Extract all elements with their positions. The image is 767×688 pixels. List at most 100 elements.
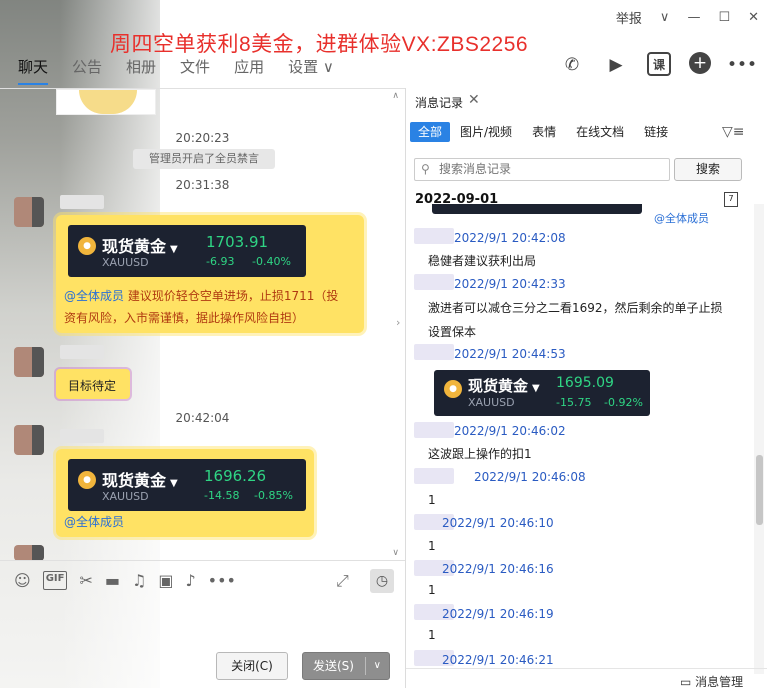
history-sender (414, 344, 454, 360)
minimize-icon[interactable]: — (687, 10, 700, 25)
history-sender (414, 274, 454, 290)
folder-icon[interactable]: ▬ (105, 571, 120, 590)
filter-media[interactable]: 图片/视频 (450, 122, 522, 142)
tab-files[interactable]: 文件 (180, 56, 210, 85)
history-filters: 全部 图片/视频 表情 在线文档 链接 (410, 122, 678, 142)
tab-settings[interactable]: 设置 ∨ (288, 56, 334, 85)
quote-symbol: XAUUSD (102, 490, 149, 503)
send-button[interactable]: 发送(S) ∨ (302, 652, 390, 680)
image-icon[interactable]: ▣ (158, 571, 173, 590)
message-bubble[interactable]: 目标待定 (56, 369, 130, 399)
history-list[interactable]: @全体成员 2022/9/1 20:42:08 稳健者建议获利出局 2022/9… (406, 204, 756, 674)
history-timestamp: 2022/9/1 20:46:19 (442, 607, 554, 621)
history-search-input[interactable] (439, 162, 663, 176)
quote-title: 现货黄金 ▼ (468, 377, 540, 395)
chevron-down-icon[interactable]: ∨ (660, 10, 670, 25)
quote-change: -6.93 (206, 255, 235, 268)
bell-icon[interactable]: ♪ (185, 571, 195, 590)
expand-icon[interactable]: ⤢ (336, 571, 349, 591)
chat-toolbar: ✆ ▶ 课 + ••• (559, 52, 757, 78)
chat-message-area[interactable]: ∧ 20:20:23 管理员开启了全员禁言 20:31:38 ● 现货黄金 ▼ X… (0, 88, 405, 561)
gold-coin-icon: ● (78, 471, 96, 489)
close-button[interactable]: 关闭(C) (216, 652, 288, 680)
scroll-down-icon[interactable]: ∨ (392, 548, 399, 558)
emoji-icon[interactable]: ☺ (14, 571, 31, 590)
message-manage-link[interactable]: ▭ 消息管理 (680, 673, 743, 688)
quote-change-pct: -0.85% (254, 489, 293, 502)
history-sender (414, 422, 454, 438)
history-header: 消息记录 ✕ (406, 88, 767, 114)
history-timestamp: 2022/9/1 20:42:08 (454, 231, 566, 245)
gold-quote-card[interactable]: ● 现货黄金 ▼ XAUUSD 1695.09 -15.75 -0.92% (434, 370, 650, 416)
quote-price: 1703.91 (206, 233, 269, 251)
history-search-button[interactable]: 搜索 (674, 158, 742, 181)
filter-docs[interactable]: 在线文档 (566, 122, 634, 142)
class-icon[interactable]: 课 (647, 52, 671, 76)
close-history-icon[interactable]: ✕ (468, 92, 480, 108)
mention-all[interactable]: @全体成员 (64, 289, 124, 303)
gold-quote-card[interactable]: ● 现货黄金 ▼ XAUUSD 1696.26 -14.58 -0.85% (68, 459, 306, 511)
history-search-box[interactable]: ⚲ (414, 158, 670, 181)
scissors-icon[interactable]: ✂ (79, 571, 92, 590)
tab-chat[interactable]: 聊天 (18, 56, 49, 85)
gold-coin-icon: ● (78, 237, 96, 255)
avatar[interactable] (14, 425, 44, 455)
message-bubble[interactable]: ● 现货黄金 ▼ XAUUSD 1703.91 -6.93 -0.40% @全体成… (56, 215, 364, 333)
history-scrollbar[interactable] (754, 204, 764, 674)
quote-change-pct: -0.92% (604, 396, 643, 409)
more-tools-icon[interactable]: ••• (208, 571, 236, 590)
tab-announcement[interactable]: 公告 (72, 56, 102, 85)
filter-links[interactable]: 链接 (634, 122, 678, 142)
avatar[interactable] (14, 197, 44, 227)
phone-icon[interactable]: ✆ (559, 52, 585, 78)
history-text: 1 (428, 493, 436, 507)
history-sender (414, 228, 454, 244)
avatar[interactable] (14, 347, 44, 377)
mention-all: @全体成员 (654, 212, 709, 225)
sender-name (60, 195, 104, 209)
history-timestamp: 2022/9/1 20:46:21 (442, 653, 554, 667)
window-controls: 举报 ∨ — ☐ ✕ (616, 8, 759, 27)
quote-symbol: XAUUSD (468, 396, 515, 409)
video-icon[interactable]: ▶ (603, 52, 629, 78)
gold-coin-icon: ● (444, 380, 462, 398)
gold-quote-card[interactable]: ● 现货黄金 ▼ XAUUSD 1703.91 -6.93 -0.40% (68, 225, 306, 277)
history-timestamp: 2022/9/1 20:44:53 (454, 347, 566, 361)
message-text: 目标待定 (68, 379, 117, 393)
message-bubble[interactable]: ● 现货黄金 ▼ XAUUSD 1696.26 -14.58 -0.85% @全体… (56, 449, 314, 537)
filter-settings-icon[interactable]: ▽≡ (722, 124, 745, 140)
tab-apps[interactable]: 应用 (234, 56, 264, 85)
history-tab[interactable]: 消息记录 (415, 94, 463, 111)
filter-stickers[interactable]: 表情 (522, 122, 566, 142)
timestamp: 20:42:04 (175, 411, 230, 425)
history-text: 这波跟上操作的扣1 (428, 447, 532, 461)
tab-album[interactable]: 相册 (126, 56, 156, 85)
quote-change-pct: -0.40% (252, 255, 291, 268)
quote-change: -15.75 (556, 396, 592, 409)
avatar[interactable] (14, 545, 44, 561)
input-toolbar: ☺ GIF ✂ ▬ ♫ ▣ ♪ ••• ⤢ ◷ (0, 560, 405, 600)
input-tool-icons: ☺ GIF ✂ ▬ ♫ ▣ ♪ ••• (14, 571, 236, 590)
send-options-chevron-icon[interactable]: ∨ (374, 653, 381, 679)
more-icon[interactable]: ••• (727, 52, 757, 78)
collapse-panel-icon[interactable]: › (396, 316, 400, 329)
sender-name (60, 429, 104, 443)
filter-all[interactable]: 全部 (410, 122, 451, 142)
history-scroll-thumb[interactable] (756, 455, 763, 525)
history-clock-icon[interactable]: ◷ (370, 569, 394, 593)
ad-banner-text: 周四空单获利8美金，进群体验VX:ZBS2256 (110, 33, 529, 56)
report-link[interactable]: 举报 (616, 8, 642, 27)
scroll-up-icon[interactable]: ∧ (392, 91, 399, 101)
music-icon[interactable]: ♫ (132, 571, 146, 590)
history-text: 1 (428, 539, 436, 553)
message-text: @全体成员 (64, 511, 124, 533)
close-icon[interactable]: ✕ (748, 10, 759, 25)
quote-symbol: XAUUSD (102, 256, 149, 269)
image-message[interactable] (56, 89, 156, 115)
timestamp: 20:31:38 (175, 178, 230, 192)
gif-icon[interactable]: GIF (42, 571, 68, 590)
maximize-icon[interactable]: ☐ (718, 10, 730, 25)
quote-price: 1695.09 (556, 375, 614, 391)
add-icon[interactable]: + (689, 52, 711, 74)
mention-all[interactable]: @全体成员 (64, 515, 124, 529)
